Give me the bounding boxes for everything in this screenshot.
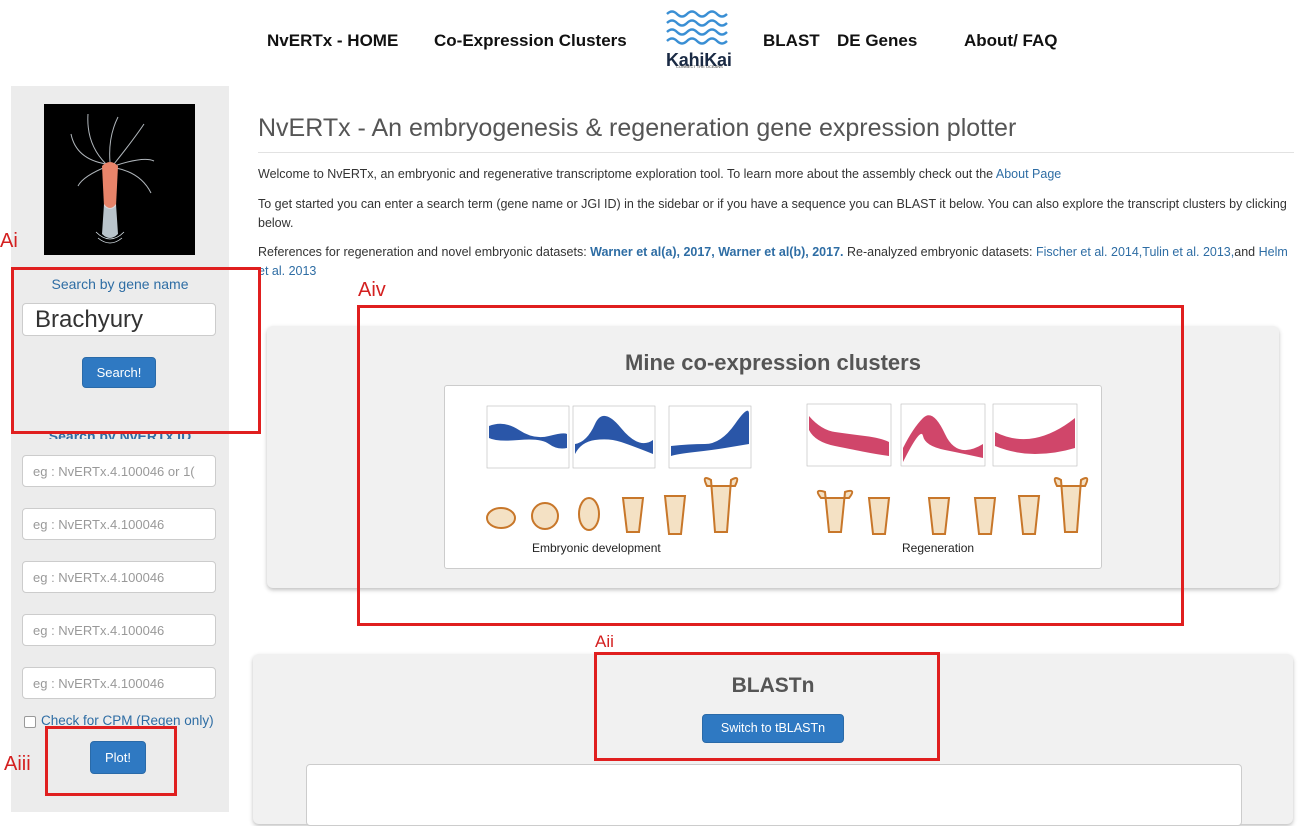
nvertx-id-input-2[interactable]: eg : NvERTx.4.100046 — [22, 508, 216, 540]
nav-de-genes-link[interactable]: DE Genes — [837, 31, 917, 51]
nvertx-id-input-5[interactable]: eg : NvERTx.4.100046 — [22, 667, 216, 699]
nav-clusters-link[interactable]: Co-Expression Clusters — [434, 31, 627, 51]
warner-a-link[interactable]: Warner et al(a), 2017, — [590, 245, 715, 259]
cpm-checkbox[interactable] — [24, 716, 36, 728]
blast-sequence-input[interactable] — [306, 764, 1242, 826]
nav-blast-link[interactable]: BLAST — [763, 31, 820, 51]
title-divider — [258, 152, 1294, 153]
nav-home-link[interactable]: NvERTx - HOME — [267, 31, 398, 51]
annotation-label-aii: Aii — [595, 632, 614, 651]
annotation-label-ai: Ai — [0, 230, 18, 252]
nvertx-id-input-3[interactable]: eg : NvERTx.4.100046 — [22, 561, 216, 593]
references-paragraph: References for regeneration and novel em… — [258, 243, 1298, 281]
wave-logo-icon — [666, 10, 728, 45]
annotation-label-aiv: Aiv — [358, 279, 386, 301]
nvertx-id-input-4[interactable]: eg : NvERTx.4.100046 — [22, 614, 216, 646]
welcome-text: Welcome to NvERTx, an embryonic and rege… — [258, 167, 996, 181]
nav-about-link[interactable]: About/ FAQ — [964, 31, 1057, 51]
refs-prefix: References for regeneration and novel em… — [258, 245, 591, 259]
sea-anemone-icon — [44, 104, 195, 255]
logo-tagline: CONNECT THE OCEANS — [676, 64, 723, 69]
annotation-label-aiii: Aiii — [4, 753, 31, 775]
annotation-box-aiii — [45, 726, 177, 796]
tulin-link[interactable]: Tulin et al. 2013, — [1142, 245, 1234, 259]
page-title: NvERTx - An embryogenesis & regeneration… — [258, 114, 1017, 142]
about-page-link[interactable]: About Page — [996, 167, 1061, 181]
getting-started-paragraph: To get started you can enter a search te… — [258, 197, 1287, 230]
warner-b-link[interactable]: Warner et al(b), 2017. — [718, 245, 843, 259]
nvertx-id-input-1[interactable]: eg : NvERTx.4.100046 or 1( — [22, 455, 216, 487]
annotation-box-ai — [11, 267, 261, 434]
nematostella-image — [44, 104, 195, 255]
annotation-box-aiv — [357, 305, 1184, 626]
annotation-box-aii — [594, 652, 940, 761]
welcome-paragraph: Welcome to NvERTx, an embryonic and rege… — [258, 165, 1298, 184]
refs-middle: Re-analyzed embryonic datasets: — [843, 245, 1036, 259]
refs-and: and — [1234, 245, 1256, 259]
fischer-link[interactable]: Fischer et al. 2014, — [1036, 245, 1142, 259]
